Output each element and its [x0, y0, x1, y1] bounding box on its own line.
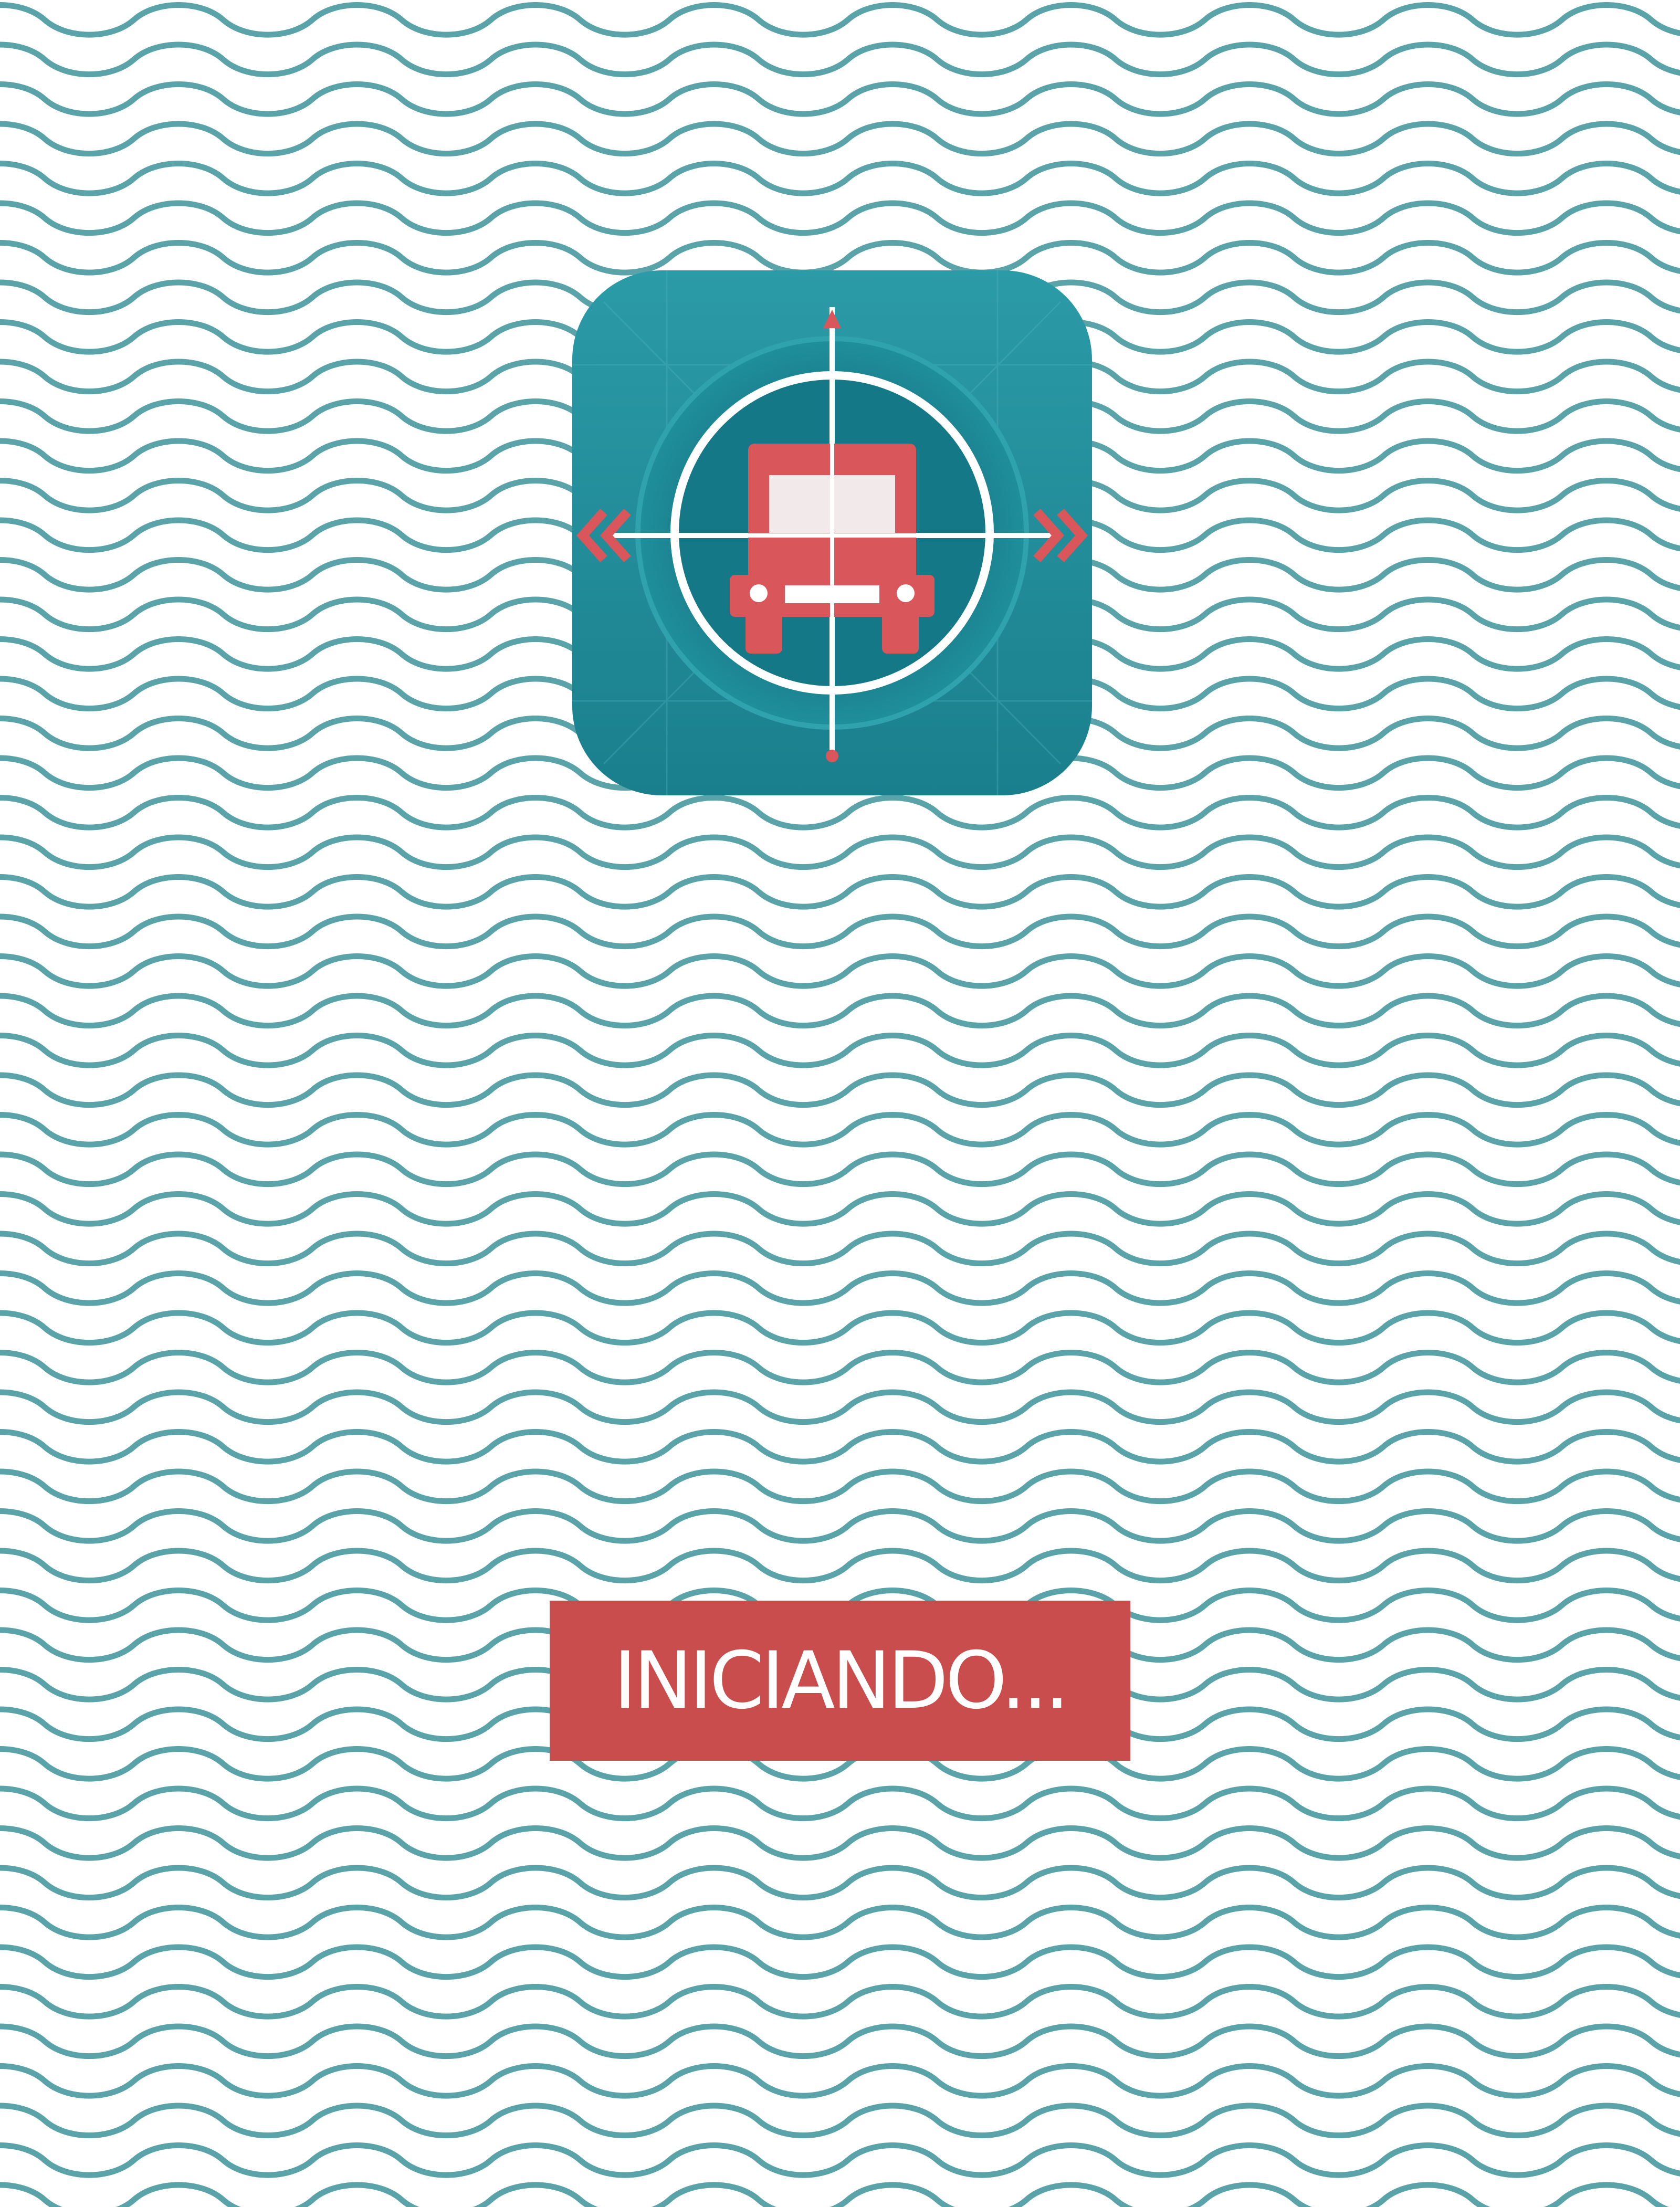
ambulance-crosshair-icon [572, 270, 1092, 795]
status-banner: INICIANDO... [550, 1601, 1130, 1761]
loading-status-text: INICIANDO... [613, 1635, 1069, 1727]
splash-screen: INICIANDO... [0, 0, 1680, 2207]
